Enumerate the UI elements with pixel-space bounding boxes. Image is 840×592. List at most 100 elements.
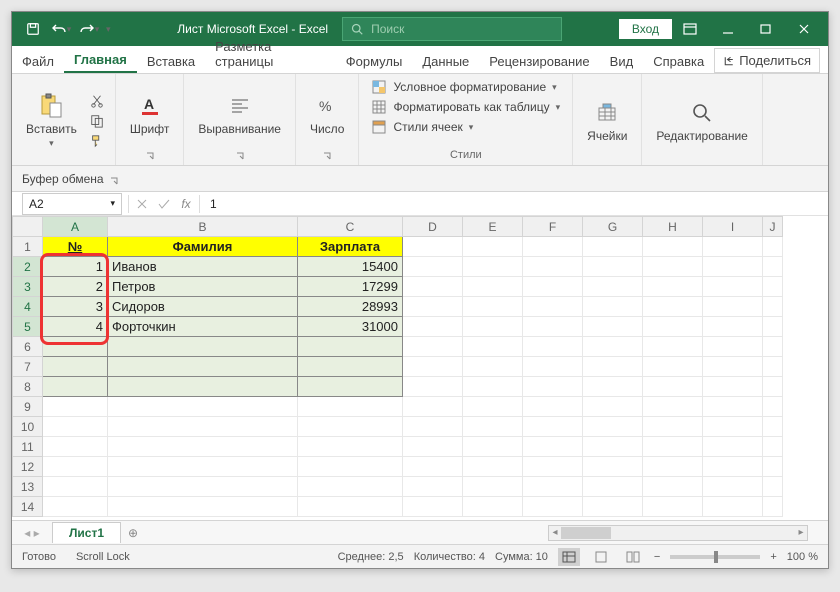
- paste-button[interactable]: Вставить▾: [20, 90, 83, 151]
- sheet-nav[interactable]: ◂ ▸: [12, 526, 52, 540]
- group-styles: Условное форматирование ▾ Форматировать …: [359, 74, 573, 165]
- view-normal-icon[interactable]: [558, 548, 580, 566]
- cell[interactable]: Зарплата: [298, 237, 403, 257]
- minimize-icon[interactable]: [710, 15, 746, 43]
- copy-icon[interactable]: [87, 112, 107, 130]
- row-header[interactable]: 7: [13, 357, 43, 377]
- font-color-icon: A: [136, 92, 164, 120]
- excel-window: ▾ ▾ ▾ Лист Microsoft Excel - Excel Поиск…: [11, 11, 829, 569]
- format-painter-icon[interactable]: [87, 132, 107, 150]
- tab-home[interactable]: Главная: [64, 47, 137, 73]
- cell[interactable]: 2: [43, 277, 108, 297]
- cell[interactable]: 1: [43, 257, 108, 277]
- share-icon: [723, 55, 735, 67]
- view-page-break-icon[interactable]: [622, 548, 644, 566]
- select-all-corner[interactable]: [13, 217, 43, 237]
- cell[interactable]: 4: [43, 317, 108, 337]
- font-button[interactable]: A Шрифт: [124, 90, 175, 138]
- qat-more-icon[interactable]: ▾: [106, 24, 111, 35]
- cut-icon[interactable]: [87, 92, 107, 110]
- row-header[interactable]: 5: [13, 317, 43, 337]
- cell[interactable]: 3: [43, 297, 108, 317]
- row-header[interactable]: 14: [13, 497, 43, 517]
- cell[interactable]: Петров: [108, 277, 298, 297]
- col-header[interactable]: C: [298, 217, 403, 237]
- cell-styles-button[interactable]: Стили ячеек ▾: [367, 118, 564, 136]
- table-icon: [371, 99, 387, 115]
- row-header[interactable]: 13: [13, 477, 43, 497]
- col-header[interactable]: J: [763, 217, 783, 237]
- cell[interactable]: №: [43, 237, 108, 257]
- col-header[interactable]: D: [403, 217, 463, 237]
- number-button[interactable]: % Число: [304, 90, 351, 138]
- worksheet[interactable]: A B C D E F G H I J 1 № Фамилия Зарплата…: [12, 216, 828, 520]
- add-sheet-icon[interactable]: ⊕: [121, 526, 145, 540]
- editing-button[interactable]: Редактирование: [650, 97, 753, 145]
- row-header[interactable]: 1: [13, 237, 43, 257]
- cells-button[interactable]: Ячейки: [581, 97, 633, 145]
- cell[interactable]: 15400: [298, 257, 403, 277]
- search-placeholder: Поиск: [371, 22, 404, 36]
- share-button[interactable]: Поделиться: [714, 48, 820, 73]
- search-box[interactable]: Поиск: [342, 17, 562, 41]
- align-button[interactable]: Выравнивание: [192, 90, 287, 138]
- col-header[interactable]: F: [523, 217, 583, 237]
- format-as-table-button[interactable]: Форматировать как таблицу ▾: [367, 98, 564, 116]
- font-dialog-icon[interactable]: [145, 151, 155, 161]
- zoom-in-button[interactable]: +: [770, 551, 776, 563]
- row-header[interactable]: 2: [13, 257, 43, 277]
- tab-data[interactable]: Данные: [412, 49, 479, 73]
- col-header[interactable]: H: [643, 217, 703, 237]
- col-header[interactable]: B: [108, 217, 298, 237]
- tab-review[interactable]: Рецензирование: [479, 49, 599, 73]
- insert-function-icon[interactable]: fx: [175, 193, 197, 215]
- sheet-tab[interactable]: Лист1: [52, 522, 121, 543]
- zoom-slider[interactable]: [670, 555, 760, 559]
- undo-icon[interactable]: ▾: [50, 17, 72, 41]
- row-header[interactable]: 9: [13, 397, 43, 417]
- cell[interactable]: 28993: [298, 297, 403, 317]
- row-header[interactable]: 3: [13, 277, 43, 297]
- close-icon[interactable]: [786, 15, 822, 43]
- ribbon-display-icon[interactable]: [672, 15, 708, 43]
- cell[interactable]: Форточкин: [108, 317, 298, 337]
- row-header[interactable]: 8: [13, 377, 43, 397]
- tab-formulas[interactable]: Формулы: [336, 49, 413, 73]
- name-box[interactable]: A2▾: [22, 193, 122, 215]
- cell[interactable]: Фамилия: [108, 237, 298, 257]
- cell[interactable]: Иванов: [108, 257, 298, 277]
- col-header[interactable]: E: [463, 217, 523, 237]
- redo-icon[interactable]: ▾: [78, 17, 100, 41]
- maximize-icon[interactable]: [748, 15, 784, 43]
- col-header[interactable]: A: [43, 217, 108, 237]
- save-icon[interactable]: [22, 17, 44, 41]
- row-header[interactable]: 10: [13, 417, 43, 437]
- conditional-formatting-button[interactable]: Условное форматирование ▾: [367, 78, 564, 96]
- align-dialog-icon[interactable]: [235, 151, 245, 161]
- ribbon-tabs: Файл Главная Вставка Разметка страницы Ф…: [12, 46, 828, 74]
- login-button[interactable]: Вход: [619, 19, 672, 39]
- tab-view[interactable]: Вид: [600, 49, 644, 73]
- enter-formula-icon[interactable]: [153, 193, 175, 215]
- tab-layout[interactable]: Разметка страницы: [205, 34, 336, 73]
- view-page-layout-icon[interactable]: [590, 548, 612, 566]
- cell[interactable]: 17299: [298, 277, 403, 297]
- col-header[interactable]: G: [583, 217, 643, 237]
- zoom-level[interactable]: 100 %: [787, 551, 818, 563]
- cell[interactable]: Сидоров: [108, 297, 298, 317]
- tab-help[interactable]: Справка: [643, 49, 714, 73]
- number-dialog-icon[interactable]: [322, 151, 332, 161]
- row-header[interactable]: 4: [13, 297, 43, 317]
- cancel-formula-icon[interactable]: [131, 193, 153, 215]
- tab-file[interactable]: Файл: [12, 49, 64, 73]
- formula-value[interactable]: 1: [202, 197, 225, 211]
- row-header[interactable]: 6: [13, 337, 43, 357]
- clipboard-dialog-icon[interactable]: [110, 174, 120, 184]
- horizontal-scrollbar[interactable]: ◂▸: [548, 525, 808, 541]
- row-header[interactable]: 11: [13, 437, 43, 457]
- row-header[interactable]: 12: [13, 457, 43, 477]
- cell[interactable]: 31000: [298, 317, 403, 337]
- zoom-out-button[interactable]: −: [654, 551, 660, 563]
- tab-insert[interactable]: Вставка: [137, 49, 205, 73]
- col-header[interactable]: I: [703, 217, 763, 237]
